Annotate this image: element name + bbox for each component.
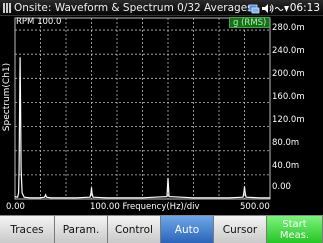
- y-tick-label: 80.0m: [272, 138, 300, 148]
- traces-button[interactable]: Traces: [0, 215, 55, 243]
- auto-button[interactable]: Auto: [161, 215, 214, 243]
- clock: 06:13: [289, 2, 320, 14]
- spectrum-plot[interactable]: Spectrum(Ch1) RPM 100.0 g (RMS) 280.0m 2…: [0, 16, 323, 215]
- cursor-button[interactable]: Cursor: [214, 215, 267, 243]
- y-tick-label: 240.0m: [272, 46, 305, 56]
- network-icon: [248, 1, 260, 15]
- y-tick-label: 40.0m: [272, 161, 300, 171]
- window-title: Onsite: Waveform & Spectrum 0/32 Average…: [14, 2, 253, 14]
- control-button[interactable]: Control: [108, 215, 161, 243]
- y-tick-label: 280.0m: [272, 23, 305, 33]
- start-label-line1: Start: [282, 218, 307, 230]
- start-label-line2: Meas.: [279, 229, 310, 241]
- rpm-readout: RPM 100.0: [16, 17, 62, 27]
- x-tick-label: 500.00: [240, 202, 270, 212]
- signal-icon: [275, 1, 290, 15]
- param-button[interactable]: Param.: [55, 215, 108, 243]
- y-tick-label: 160.0m: [272, 92, 305, 102]
- start-measurement-button[interactable]: Start Meas.: [267, 215, 323, 243]
- y-tick-label: 200.0m: [272, 69, 305, 79]
- x-axis-label: 100.00 Frequency(Hz)/div: [90, 202, 200, 212]
- title-bar: Onsite: Waveform & Spectrum 0/32 Average…: [0, 0, 323, 16]
- y-axis-label: Spectrum(Ch1): [2, 62, 12, 132]
- bottom-toolbar: Traces Param. Control Auto Cursor Start …: [0, 215, 323, 243]
- y-tick-label: 0.00: [272, 182, 291, 192]
- x-tick-label: 0.00: [6, 202, 25, 212]
- grip-icon[interactable]: [3, 3, 11, 13]
- units-badge: g (RMS): [229, 17, 271, 28]
- y-tick-label: 120.0m: [272, 115, 305, 125]
- speaker-icon[interactable]: [261, 1, 274, 15]
